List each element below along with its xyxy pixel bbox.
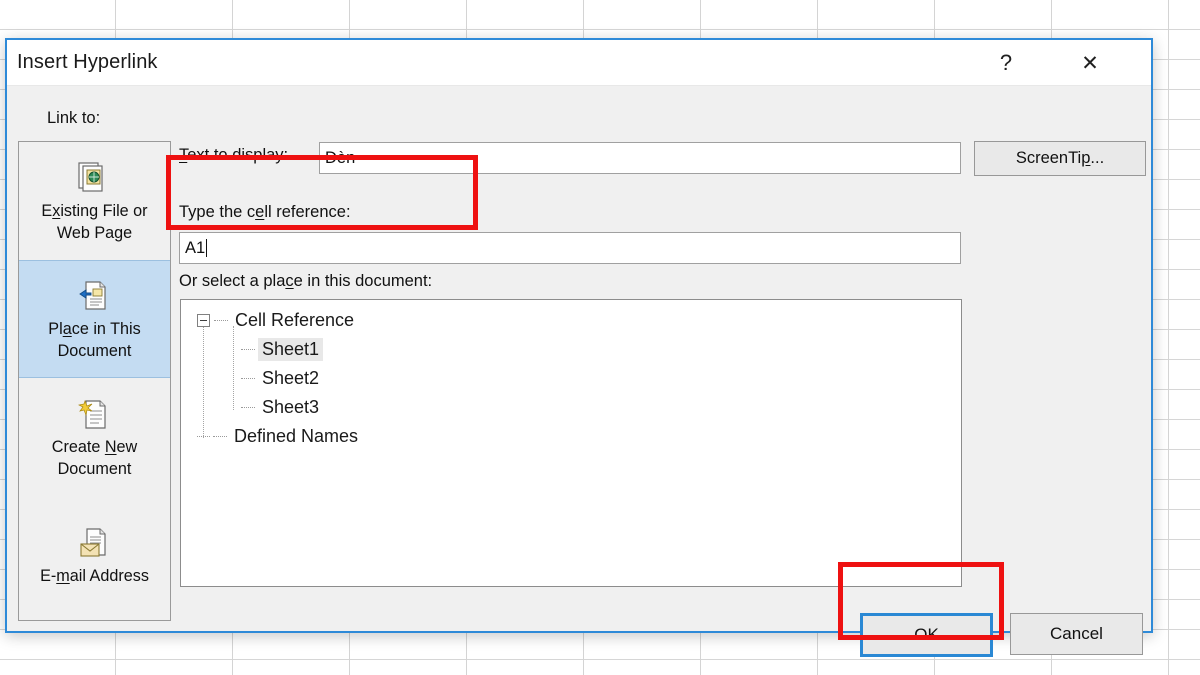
- dialog-titlebar: Insert Hyperlink ? ✕: [7, 40, 1151, 86]
- tree-node-label: Defined Names: [234, 426, 359, 446]
- or-select-place-label: Or select a place in this document:: [179, 272, 433, 290]
- sidebar-item-label: Existing File or Web Page: [41, 202, 148, 242]
- insert-hyperlink-dialog: Insert Hyperlink ? ✕ Link to: Existing F…: [5, 38, 1153, 657]
- tree-node-sheet2[interactable]: Sheet2: [181, 364, 961, 393]
- sidebar-item-email-address[interactable]: E-mail Address: [19, 496, 170, 614]
- sidebar-item-label: E-mail Address: [40, 566, 149, 585]
- text-caret: [206, 239, 208, 257]
- tree-node-sheet3[interactable]: Sheet3: [181, 393, 961, 422]
- cell-reference-input[interactable]: A1: [179, 232, 961, 264]
- cell-reference-label: Type the cell reference:: [179, 203, 351, 221]
- link-to-rail: Existing File or Web Page Place in This Do…: [18, 141, 171, 621]
- place-in-this-document-icon: [78, 276, 112, 316]
- cancel-button[interactable]: Cancel: [1010, 613, 1143, 655]
- tree-dash-icon: [241, 378, 255, 379]
- sidebar-item-create-new-document[interactable]: Create New Document: [19, 378, 170, 496]
- sidebar-item-existing-file-or-web-page[interactable]: Existing File or Web Page: [19, 142, 170, 260]
- screentip-button[interactable]: ScreenTi p...: [974, 141, 1146, 176]
- sidebar-item-label: Place in This Document: [48, 320, 141, 360]
- tree-dash-icon: [214, 320, 228, 321]
- tree-dash-icon: [241, 407, 255, 408]
- place-tree-view[interactable]: Cell Reference Sheet1 Sheet2 Sheet3 Defi…: [180, 299, 962, 587]
- cell-reference-value: A1: [185, 238, 206, 257]
- close-icon[interactable]: ✕: [1073, 48, 1107, 78]
- tree-node-label: Sheet1: [258, 338, 324, 361]
- tree-dash-icon: [241, 349, 255, 350]
- tree-node-defined-names[interactable]: Defined Names: [181, 422, 961, 451]
- tree-dash-icon: [197, 436, 210, 437]
- tree-node-label: Sheet3: [262, 397, 320, 417]
- existing-file-or-web-page-icon: [77, 158, 112, 198]
- sidebar-item-place-in-this-document[interactable]: Place in This Document: [19, 260, 170, 378]
- tree-node-cell-reference[interactable]: Cell Reference: [181, 306, 961, 335]
- text-to-display-input[interactable]: Đèn: [319, 142, 961, 174]
- text-to-display-label: Text to display:: [179, 146, 289, 164]
- sidebar-item-label: Create New Document: [51, 438, 138, 478]
- tree-dash-icon: [213, 436, 227, 437]
- link-to-label: Link to:: [47, 109, 101, 127]
- tree-node-label: Sheet2: [262, 368, 320, 388]
- email-address-icon: [78, 523, 112, 563]
- tree-node-label: Cell Reference: [235, 310, 355, 330]
- tree-node-sheet1[interactable]: Sheet1: [181, 335, 961, 364]
- collapse-minus-icon[interactable]: [197, 314, 210, 327]
- help-icon[interactable]: ?: [989, 48, 1023, 78]
- ok-button[interactable]: OK: [860, 613, 993, 657]
- create-new-document-icon: [77, 394, 112, 434]
- dialog-title: Insert Hyperlink: [17, 51, 158, 73]
